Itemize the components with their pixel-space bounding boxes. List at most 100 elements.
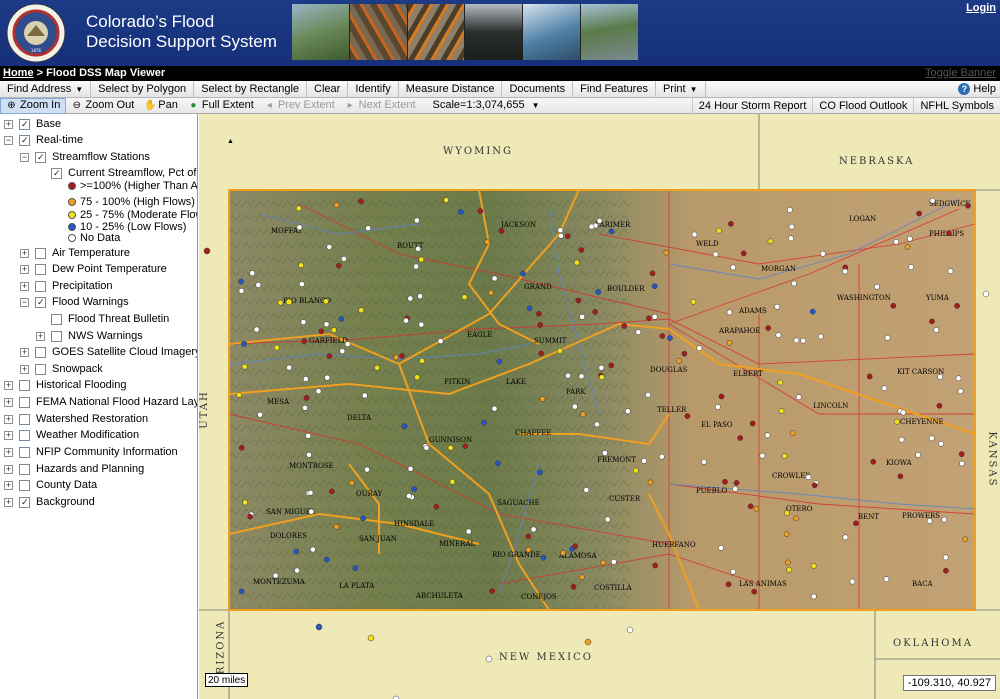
station-marker[interactable] (272, 572, 279, 579)
layer-checkbox[interactable] (19, 134, 30, 146)
station-marker[interactable] (273, 344, 280, 351)
station-marker[interactable] (890, 302, 897, 309)
layer-row[interactable]: + Watershed Restoration (4, 411, 148, 427)
toggle-banner-link[interactable]: Toggle Banner (925, 66, 996, 81)
station-marker[interactable] (570, 583, 577, 590)
station-marker[interactable] (525, 546, 532, 553)
station-marker[interactable] (594, 421, 600, 428)
layer-row[interactable]: − Flood Warnings (20, 294, 129, 310)
layer-row[interactable]: + Precipitation (20, 278, 113, 294)
station-marker[interactable] (596, 217, 603, 224)
station-marker[interactable] (608, 362, 615, 369)
station-marker[interactable] (572, 403, 578, 410)
station-marker[interactable] (333, 523, 340, 530)
station-marker[interactable] (358, 307, 365, 314)
station-marker[interactable] (364, 466, 370, 473)
station-marker[interactable] (595, 289, 602, 295)
station-marker[interactable] (781, 453, 788, 459)
station-marker[interactable] (811, 482, 818, 489)
station-marker[interactable] (747, 503, 754, 510)
station-marker[interactable] (933, 327, 940, 333)
station-marker[interactable] (938, 440, 944, 447)
station-marker[interactable] (495, 460, 501, 467)
help-button[interactable]: ? Help (958, 81, 996, 97)
station-marker[interactable] (649, 270, 656, 277)
expand-icon[interactable]: + (4, 397, 13, 407)
station-marker[interactable] (485, 655, 493, 663)
station-marker[interactable] (374, 364, 380, 371)
station-marker[interactable] (411, 486, 418, 492)
pan-button[interactable]: ✋ Pan (139, 98, 183, 114)
station-marker[interactable] (298, 262, 304, 269)
station-marker[interactable] (462, 443, 469, 450)
login-link[interactable]: Login (966, 2, 996, 14)
station-marker[interactable] (331, 327, 337, 333)
station-marker[interactable] (461, 294, 468, 300)
flood-outlook-link[interactable]: CO Flood Outlook (812, 98, 913, 114)
station-marker[interactable] (588, 223, 595, 230)
station-marker[interactable] (624, 408, 631, 415)
station-marker[interactable] (652, 562, 659, 569)
station-marker[interactable] (791, 280, 797, 287)
station-marker[interactable] (777, 379, 784, 386)
station-marker[interactable] (285, 298, 293, 306)
station-marker[interactable] (414, 374, 420, 381)
station-marker[interactable] (307, 489, 314, 496)
station-marker[interactable] (696, 345, 703, 352)
layer-row[interactable]: + Air Temperature (20, 245, 130, 261)
layer-checkbox[interactable] (35, 247, 46, 259)
station-marker[interactable] (315, 388, 322, 395)
expand-icon[interactable]: + (4, 464, 13, 474)
layer-checkbox[interactable] (19, 446, 30, 458)
menu-print[interactable]: Print ▼ (656, 80, 706, 98)
station-marker[interactable] (458, 208, 464, 215)
layer-row[interactable]: + Weather Modification (4, 427, 139, 443)
station-marker[interactable] (667, 335, 673, 341)
menu-select-rectangle[interactable]: Select by Rectangle (194, 80, 308, 98)
station-marker[interactable] (294, 567, 300, 574)
station-marker[interactable] (305, 432, 312, 439)
station-marker[interactable] (537, 469, 543, 476)
layer-checkbox[interactable] (19, 118, 30, 130)
station-marker[interactable] (433, 503, 440, 510)
station-marker[interactable] (908, 264, 914, 270)
layer-checkbox[interactable] (51, 330, 62, 342)
station-marker[interactable] (786, 566, 793, 573)
station-marker[interactable] (900, 409, 907, 416)
station-marker[interactable] (277, 299, 284, 306)
station-marker[interactable] (352, 565, 359, 571)
station-marker[interactable] (496, 358, 503, 365)
storm-report-link[interactable]: 24 Hour Storm Report (691, 98, 813, 114)
station-marker[interactable] (584, 638, 592, 646)
map-viewer[interactable]: WYOMING NEBRASKA UTAH KANSAS OKLAHOMA NE… (199, 114, 1000, 699)
station-marker[interactable] (339, 348, 346, 354)
station-marker[interactable] (965, 202, 971, 209)
layer-row[interactable]: + Background (4, 494, 95, 510)
station-marker[interactable] (715, 404, 721, 410)
station-marker[interactable] (238, 444, 245, 451)
station-marker[interactable] (954, 303, 960, 309)
station-marker[interactable] (338, 315, 345, 322)
station-marker[interactable] (247, 513, 253, 520)
station-marker[interactable] (293, 548, 300, 555)
station-marker[interactable] (361, 392, 368, 399)
station-marker[interactable] (306, 451, 312, 458)
station-marker[interactable] (604, 516, 611, 523)
station-marker[interactable] (958, 451, 965, 457)
layer-checkbox[interactable] (51, 167, 62, 179)
station-marker[interactable] (565, 372, 571, 379)
station-marker[interactable] (558, 232, 564, 239)
station-marker[interactable] (647, 479, 654, 486)
station-marker[interactable] (800, 337, 807, 344)
station-marker[interactable] (407, 295, 414, 302)
station-marker[interactable] (946, 230, 952, 237)
station-marker[interactable] (809, 308, 816, 315)
station-marker[interactable] (621, 323, 628, 329)
station-marker[interactable] (898, 436, 905, 443)
station-marker[interactable] (610, 559, 617, 565)
menu-find-features[interactable]: Find Features (573, 80, 656, 98)
layer-row[interactable]: + Historical Flooding (4, 377, 126, 393)
station-marker[interactable] (399, 353, 405, 359)
layer-checkbox[interactable] (19, 379, 30, 391)
layer-checkbox[interactable] (19, 429, 30, 441)
